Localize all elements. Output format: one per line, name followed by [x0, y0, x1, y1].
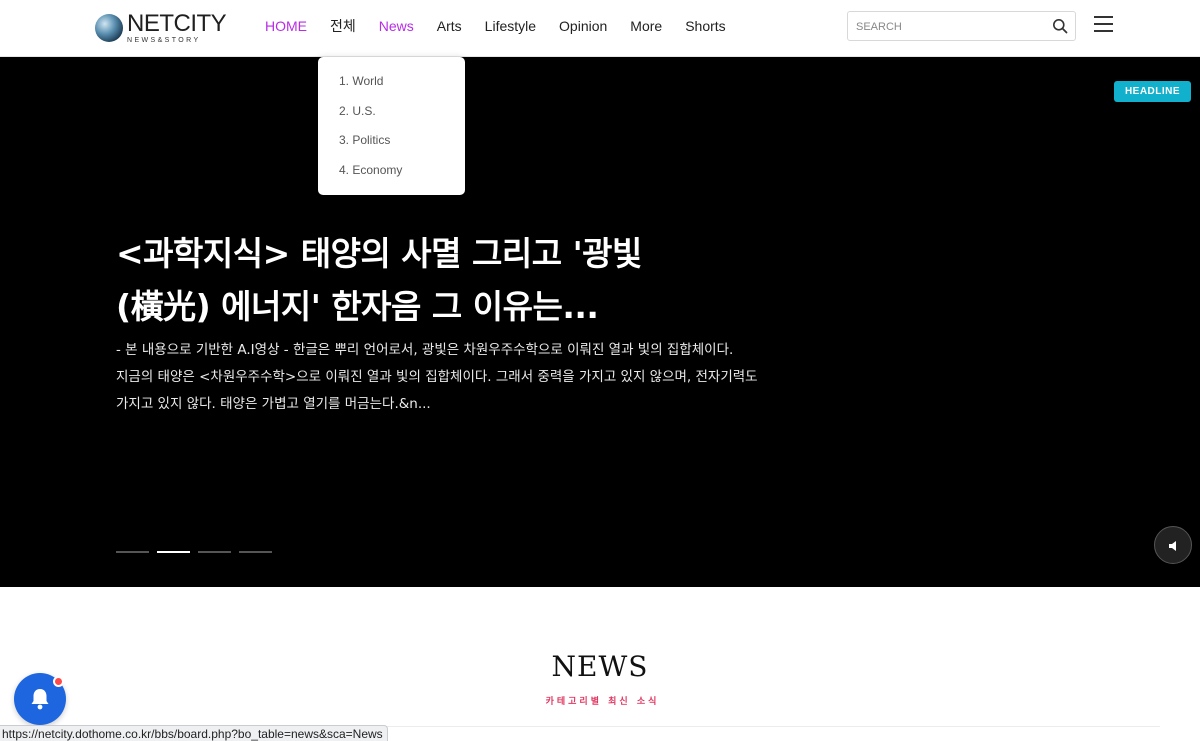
site-header: NETCITY NEWS&STORY HOME 전체 News Arts Lif…	[0, 0, 1200, 57]
bell-icon	[31, 689, 49, 710]
speaker-icon	[1169, 541, 1176, 551]
nav-item-all[interactable]: 전체	[330, 16, 356, 36]
news-section-title: NEWS	[551, 650, 649, 683]
notification-badge-dot	[53, 676, 64, 687]
slide-indicator-1[interactable]	[116, 551, 149, 553]
nav-item-opinion[interactable]: Opinion	[559, 18, 607, 34]
hero-description: - 본 내용으로 기반한 A.I영상 - 한글은 뿌리 언어로서, 광빛은 차원…	[116, 337, 776, 418]
dropdown-item-economy[interactable]: 4. Economy	[318, 159, 465, 189]
logo[interactable]: NETCITY NEWS&STORY	[95, 10, 227, 45]
hero-desc-line-3: 가지고 있지 않다. 태양은 가볍고 열기를 머금는다.&n...	[116, 396, 431, 412]
slide-indicator-3[interactable]	[198, 551, 231, 553]
search-box	[847, 11, 1076, 41]
logo-main-text: NETCITY	[127, 10, 227, 37]
nav-item-home[interactable]: HOME	[265, 18, 307, 34]
logo-sub-text: NEWS&STORY	[127, 37, 201, 44]
slider-pagination	[116, 551, 280, 553]
search-input[interactable]	[856, 17, 1046, 36]
hero-desc-line-2: 지금의 태양은 <차원우주수학>으로 이뤄진 열과 빛의 집합체이다. 그래서 …	[116, 369, 758, 385]
dropdown-item-world[interactable]: 1. World	[318, 70, 465, 100]
nav-item-news[interactable]: News	[379, 18, 414, 34]
dropdown-item-us[interactable]: 2. U.S.	[318, 100, 465, 130]
news-section-subtitle: 카테고리별 최신 소식	[545, 697, 660, 707]
news-dropdown-menu: 1. World 2. U.S. 3. Politics 4. Economy	[318, 57, 465, 195]
nav-item-more[interactable]: More	[630, 18, 662, 34]
globe-logo-icon	[95, 14, 123, 42]
slide-indicator-4[interactable]	[239, 551, 272, 553]
nav-item-shorts[interactable]: Shorts	[685, 18, 725, 34]
hero-slider: HEADLINE <과학지식> 태양의 사멸 그리고 '광빛 (橫光) 에너지'…	[0, 57, 1200, 587]
hero-title-line-2: (橫光) 에너지' 한자음 그 이유는...	[116, 287, 599, 326]
main-nav: HOME 전체 News Arts Lifestyle Opinion More…	[265, 0, 749, 52]
dropdown-item-politics[interactable]: 3. Politics	[318, 129, 465, 159]
search-icon[interactable]	[1052, 18, 1068, 34]
page: NETCITY NEWS&STORY HOME 전체 News Arts Lif…	[0, 0, 1200, 741]
sound-toggle-button[interactable]	[1154, 526, 1192, 564]
browser-status-url: https://netcity.dothome.co.kr/bbs/board.…	[0, 725, 388, 741]
hero-title[interactable]: <과학지식> 태양의 사멸 그리고 '광빛 (橫光) 에너지' 한자음 그 이유…	[116, 227, 736, 333]
hero-desc-line-1: - 본 내용으로 기반한 A.I영상 - 한글은 뿌리 언어로서, 광빛은 차원…	[116, 342, 734, 358]
headline-badge: HEADLINE	[1114, 81, 1191, 102]
nav-item-arts[interactable]: Arts	[437, 18, 462, 34]
notification-button[interactable]	[14, 673, 66, 725]
hamburger-menu-icon[interactable]	[1094, 16, 1113, 33]
hero-title-line-1: <과학지식> 태양의 사멸 그리고 '광빛	[116, 234, 642, 273]
nav-item-lifestyle[interactable]: Lifestyle	[485, 18, 536, 34]
logo-text: NETCITY NEWS&STORY	[127, 10, 227, 45]
slide-indicator-2[interactable]	[157, 551, 190, 553]
